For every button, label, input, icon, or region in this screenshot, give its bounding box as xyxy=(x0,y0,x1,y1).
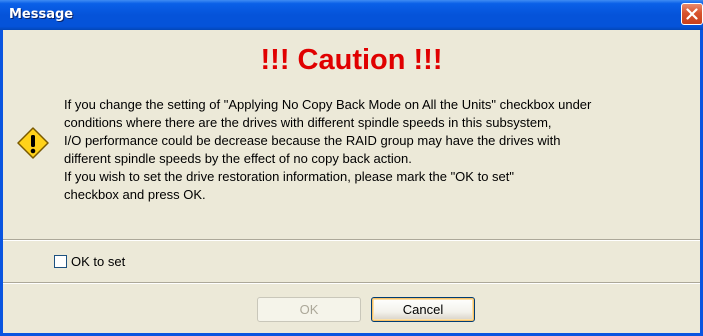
warning-icon xyxy=(17,127,49,159)
title-bar[interactable]: Message xyxy=(0,0,703,30)
message-dialog: Message !!! Caution !!! If you change th… xyxy=(0,0,703,336)
ok-to-set-row[interactable]: OK to set xyxy=(54,254,125,269)
ok-to-set-label[interactable]: OK to set xyxy=(71,254,125,269)
message-line: conditions where there are the drives wi… xyxy=(64,115,552,130)
separator xyxy=(3,282,700,284)
ok-to-set-checkbox[interactable] xyxy=(54,255,67,268)
close-icon xyxy=(686,8,698,20)
window-title: Message xyxy=(9,7,74,22)
message-line: checkbox and press OK. xyxy=(64,187,206,202)
close-button[interactable] xyxy=(681,3,703,25)
message-line: If you wish to set the drive restoration… xyxy=(64,169,514,184)
ok-button[interactable]: OK xyxy=(257,297,361,322)
cancel-button[interactable]: Cancel xyxy=(371,297,475,322)
message-line: If you change the setting of "Applying N… xyxy=(64,97,592,112)
separator xyxy=(3,239,700,241)
message-line: I/O performance could be decrease becaus… xyxy=(64,133,561,148)
message-line: different spindle speeds by the effect o… xyxy=(64,151,412,166)
caution-heading: !!! Caution !!! xyxy=(260,44,443,76)
message-text: If you change the setting of "Applying N… xyxy=(64,96,694,204)
